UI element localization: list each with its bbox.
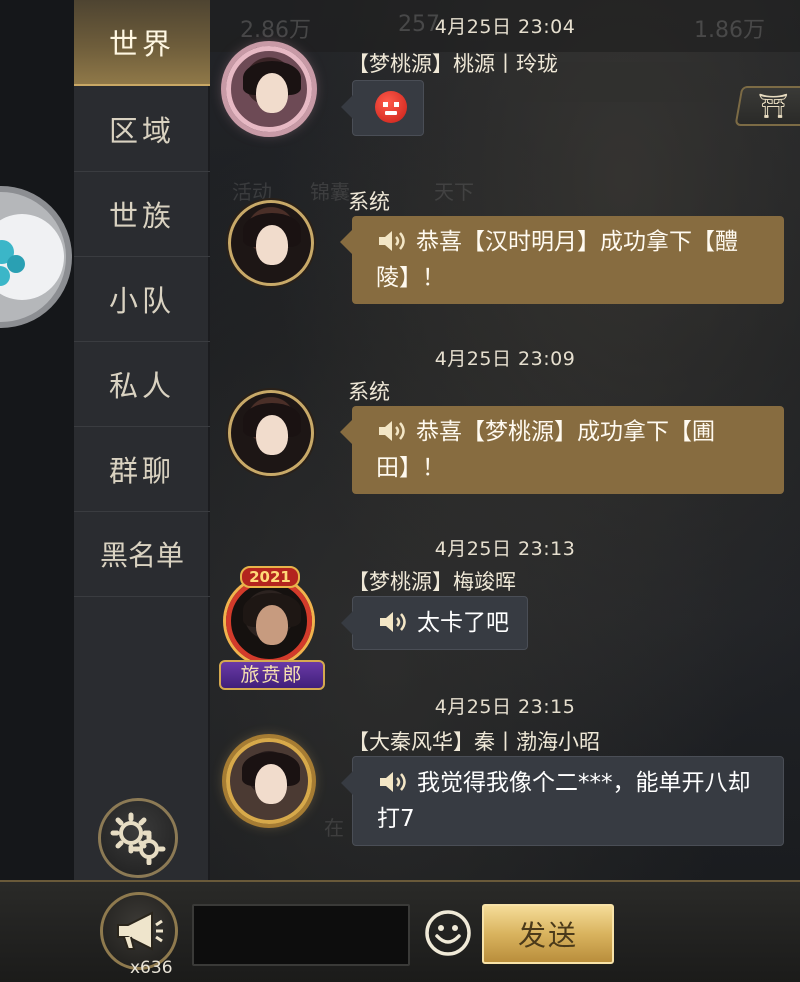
chat-message-list[interactable]: 4月25日 23:04 【梦桃源】桃源丨玲珑 系统 恭喜【汉时明月】成功拿下【醴… <box>210 0 800 880</box>
sender-name[interactable]: 【梦桃源】桃源丨玲珑 <box>348 48 558 78</box>
tab-private[interactable]: 私人 <box>74 341 210 427</box>
player-avatar[interactable] <box>226 738 312 824</box>
assistant-icon <box>0 214 64 300</box>
settings-button[interactable] <box>98 798 178 878</box>
chat-input-bar: x636 发送 <box>0 880 800 982</box>
send-button[interactable]: 发送 <box>482 904 614 964</box>
gears-icon <box>110 812 166 865</box>
avatar-face <box>255 764 287 804</box>
megaphone-icon <box>117 911 163 951</box>
angry-emoji-icon <box>375 91 407 123</box>
message-time: 4月25日 23:15 <box>434 696 576 718</box>
avatar-face <box>256 605 288 645</box>
year-badge: 2021 <box>240 566 300 588</box>
sender-name: 系统 <box>348 380 390 404</box>
avatar-face <box>256 225 288 265</box>
rank-title-plate: 旅贲郎 <box>219 660 325 690</box>
tab-region[interactable]: 区域 <box>74 86 210 172</box>
message-bubble: 太卡了吧 <box>341 596 528 650</box>
message-bubble: 恭喜【梦桃源】成功拿下【圃田】！ <box>340 406 784 494</box>
tab-clan[interactable]: 世族 <box>74 171 210 257</box>
message-time: 4月25日 23:09 <box>434 348 576 370</box>
message-bubble: 我觉得我像个二***，能单开八却打7 <box>341 756 784 846</box>
sender-name: 系统 <box>348 190 390 214</box>
system-avatar[interactable] <box>228 200 314 286</box>
player-avatar[interactable] <box>226 578 312 664</box>
message-text: 恭喜【梦桃源】成功拿下【圃田】！ <box>376 419 715 481</box>
floating-assistant-ball[interactable] <box>0 186 72 328</box>
speaker-icon[interactable] <box>376 419 410 443</box>
tab-team[interactable]: 小队 <box>74 256 210 342</box>
message-text: 太卡了吧 <box>417 610 509 636</box>
horn-count: x636 <box>130 958 173 978</box>
sender-name[interactable]: 【梦桃源】梅竣晖 <box>348 566 516 596</box>
speaker-icon[interactable] <box>376 229 410 253</box>
speaker-icon[interactable] <box>377 610 411 634</box>
message-bubble <box>341 80 424 136</box>
message-text: 我觉得我像个二***，能单开八却打7 <box>377 770 751 832</box>
avatar-face <box>256 73 288 113</box>
speaker-icon[interactable] <box>377 770 411 794</box>
tab-world[interactable]: 世界 <box>74 0 210 86</box>
system-avatar[interactable] <box>228 390 314 476</box>
message-text: 恭喜【汉时明月】成功拿下【醴陵】！ <box>376 229 738 291</box>
message-time: 4月25日 23:04 <box>434 16 576 38</box>
message-time: 4月25日 23:13 <box>434 538 576 560</box>
avatar-face <box>256 415 288 455</box>
tab-blacklist[interactable]: 黑名单 <box>74 511 210 597</box>
message-input[interactable] <box>192 904 410 966</box>
emoji-button[interactable] <box>423 908 473 958</box>
sender-name[interactable]: 【大秦风华】秦丨渤海小昭 <box>348 726 600 756</box>
channel-sidebar: 世界 区域 世族 小队 私人 群聊 黑名单 <box>74 0 210 880</box>
message-bubble: 恭喜【汉时明月】成功拿下【醴陵】！ <box>340 216 784 304</box>
tab-group-chat[interactable]: 群聊 <box>74 426 210 512</box>
player-avatar[interactable] <box>226 46 312 132</box>
smiley-icon <box>425 910 471 956</box>
